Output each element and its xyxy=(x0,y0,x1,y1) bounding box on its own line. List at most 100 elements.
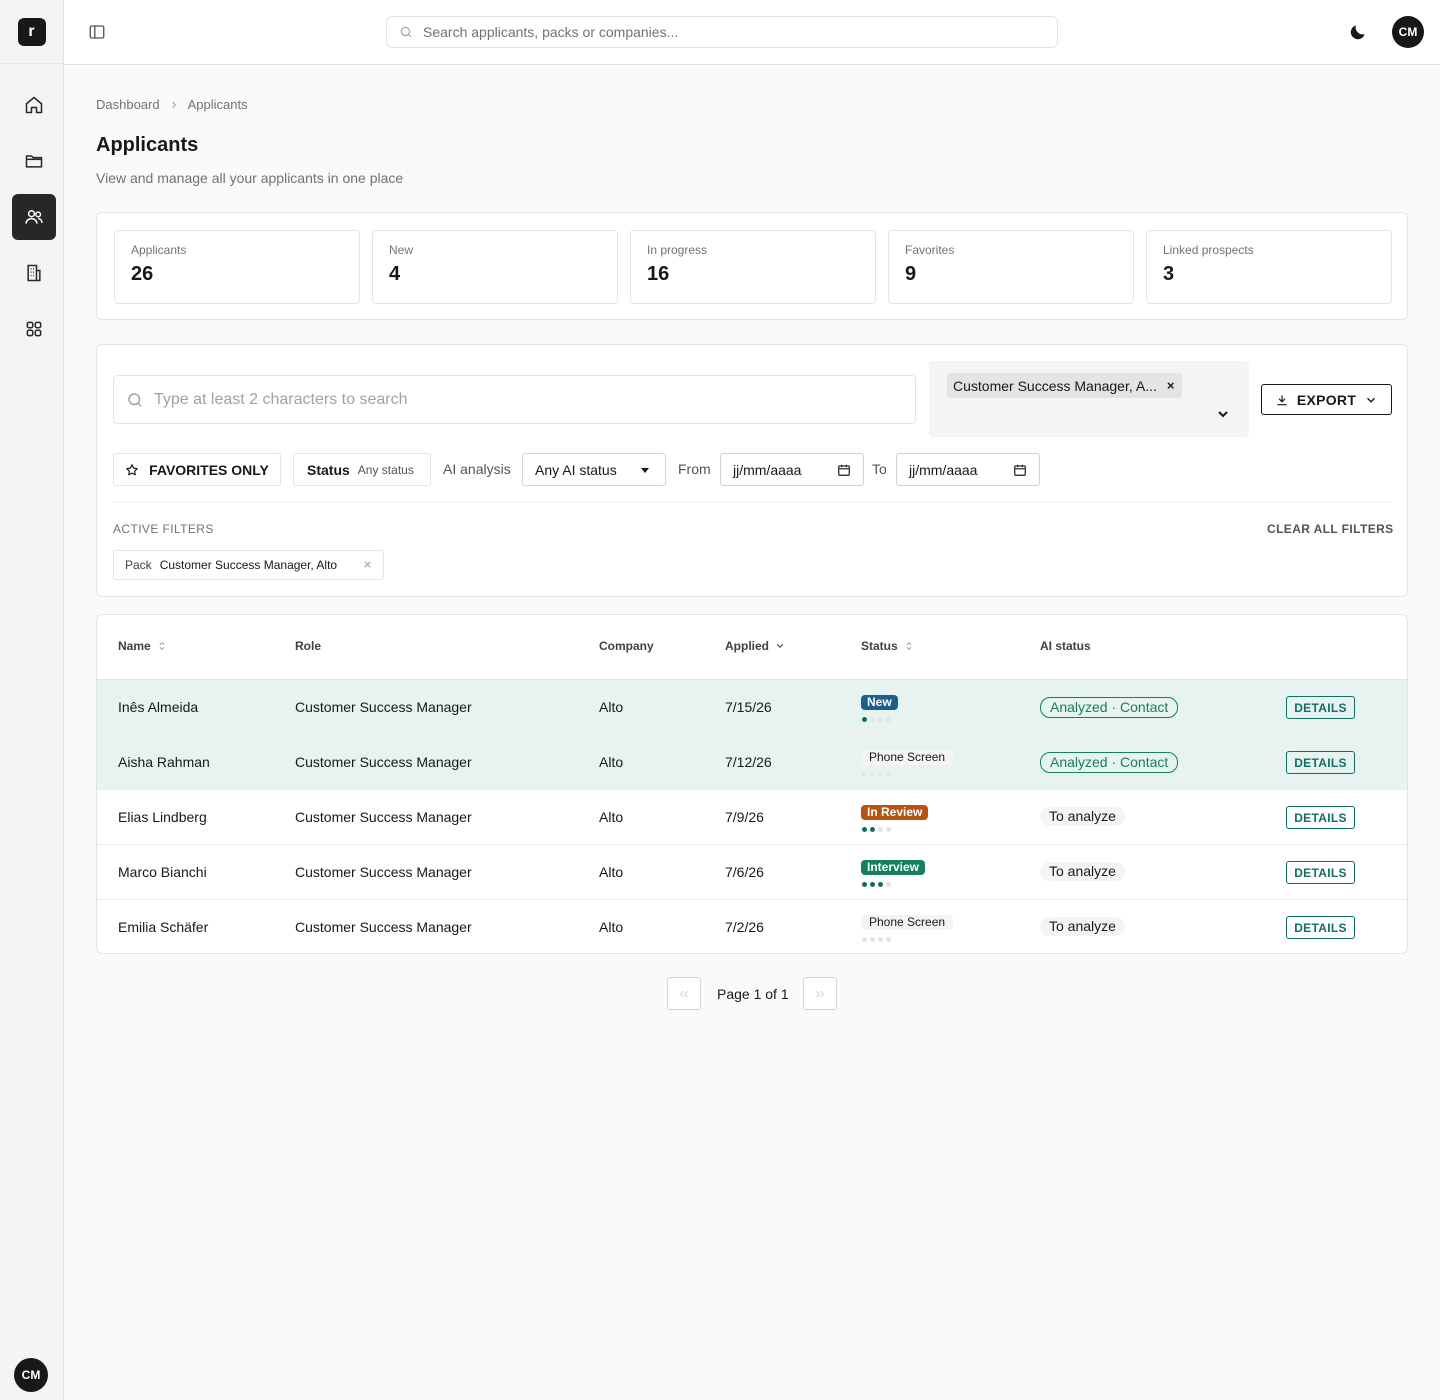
chevron-down-icon[interactable] xyxy=(1215,406,1231,422)
calendar-icon[interactable] xyxy=(1013,463,1027,477)
ai-status-select-value: Any AI status xyxy=(535,461,617,478)
status-badge: Phone Screen xyxy=(861,915,954,930)
close-icon[interactable] xyxy=(362,559,373,570)
sidebar-item-home[interactable] xyxy=(12,82,56,128)
applicant-search[interactable] xyxy=(113,375,916,424)
chevrons-right-icon xyxy=(816,990,825,997)
sidebar-toggle-icon[interactable] xyxy=(88,23,106,41)
export-button[interactable]: EXPORT xyxy=(1261,384,1392,415)
favorites-label: FAVORITES ONLY xyxy=(149,461,269,478)
ai-status-badge: To analyze xyxy=(1040,862,1125,881)
table-row[interactable]: Elias Lindberg Customer Success Manager Al… xyxy=(97,790,1407,845)
ai-analysis-label: AI analysis xyxy=(443,461,511,477)
favorites-only-button[interactable]: FAVORITES ONLY xyxy=(113,453,281,486)
details-button[interactable]: DETAILS xyxy=(1286,861,1355,884)
export-label: EXPORT xyxy=(1296,391,1357,408)
ai-status-select[interactable]: Any AI status xyxy=(522,453,666,486)
ai-status-badge: Analyzed · Contact xyxy=(1040,697,1179,718)
sidebar-item-apps[interactable] xyxy=(12,306,56,352)
applicant-name[interactable]: Elias Lindberg xyxy=(118,809,207,825)
stat-label: Applicants xyxy=(131,243,187,257)
applicant-search-input[interactable] xyxy=(154,390,894,409)
search-icon xyxy=(128,392,142,407)
applicant-role: Customer Success Manager xyxy=(295,754,472,770)
column-header-applied[interactable]: Applied xyxy=(725,639,785,653)
stat-in-progress: In progress 16 xyxy=(630,230,876,304)
applied-date: 7/6/26 xyxy=(725,864,764,880)
column-header-label: Status xyxy=(861,639,898,653)
table-row[interactable]: Marco Bianchi Customer Success Manager Alt… xyxy=(97,845,1407,900)
column-header-status[interactable]: Status xyxy=(861,639,914,653)
sidebar-item-applicants[interactable] xyxy=(12,194,56,240)
ai-status-badge: To analyze xyxy=(1040,807,1125,826)
applied-date: 7/9/26 xyxy=(725,809,764,825)
column-header-name[interactable]: Name xyxy=(118,639,167,653)
ai-status-badge: Analyzed · Contact xyxy=(1040,752,1179,773)
applicant-name[interactable]: Aisha Rahman xyxy=(118,754,210,770)
applicant-name[interactable]: Emilia Schäfer xyxy=(118,919,208,935)
pack-chip-remove[interactable]: × xyxy=(1167,378,1175,393)
sidebar: r CM xyxy=(0,0,64,1400)
applicant-role: Customer Success Manager xyxy=(295,919,472,935)
details-button[interactable]: DETAILS xyxy=(1286,916,1355,939)
stats-card: Applicants 26 New 4 In progress 16 Favor… xyxy=(96,212,1408,320)
from-date-input[interactable]: jj/mm/aaaa xyxy=(720,453,864,486)
to-date-placeholder: jj/mm/aaaa xyxy=(909,461,978,478)
sidebar-item-packs[interactable] xyxy=(12,138,56,184)
details-button[interactable]: DETAILS xyxy=(1286,696,1355,719)
clear-all-filters-button[interactable]: CLEAR ALL FILTERS xyxy=(1267,522,1394,536)
page-title: Applicants xyxy=(96,134,199,156)
star-icon xyxy=(126,463,138,475)
progress-dot xyxy=(870,772,875,777)
applicant-role: Customer Success Manager xyxy=(295,699,472,715)
status-filter-value: Any status xyxy=(357,462,414,477)
progress-dot xyxy=(862,717,867,722)
app-logo[interactable]: r xyxy=(17,17,46,46)
table-row[interactable]: Aisha Rahman Customer Success Manager Alto… xyxy=(97,735,1407,790)
global-search[interactable] xyxy=(386,16,1058,48)
chevron-down-icon xyxy=(1367,397,1376,403)
status-filter[interactable]: Status Any status xyxy=(293,453,431,486)
to-date-input[interactable]: jj/mm/aaaa xyxy=(896,453,1040,486)
stat-value: 9 xyxy=(905,263,917,285)
status-progress xyxy=(862,827,891,832)
applicant-company: Alto xyxy=(599,754,624,770)
from-date-placeholder: jj/mm/aaaa xyxy=(733,461,802,478)
stat-value: 16 xyxy=(647,263,670,285)
sort-icon xyxy=(159,641,165,651)
stat-new: New 4 xyxy=(372,230,618,304)
progress-dot xyxy=(878,717,883,722)
column-header-company: Company xyxy=(599,639,654,653)
sort-icon xyxy=(906,641,912,651)
sidebar-avatar[interactable]: CM xyxy=(14,1358,48,1392)
moon-icon[interactable] xyxy=(1348,22,1368,42)
applicant-name[interactable]: Inês Almeida xyxy=(118,699,198,715)
applicant-company: Alto xyxy=(599,919,624,935)
stat-applicants: Applicants 26 xyxy=(114,230,360,304)
stat-value: 3 xyxy=(1163,263,1175,285)
stat-label: New xyxy=(389,243,414,257)
home-icon xyxy=(25,96,43,114)
details-button[interactable]: DETAILS xyxy=(1286,751,1355,774)
global-search-input[interactable] xyxy=(423,24,1023,40)
progress-dot xyxy=(886,772,891,777)
applicant-name[interactable]: Marco Bianchi xyxy=(118,864,207,880)
progress-dot xyxy=(886,882,891,887)
table-row[interactable]: Emilia Schäfer Customer Success Manager Al… xyxy=(97,900,1407,953)
previous-page-button[interactable] xyxy=(667,977,701,1010)
sidebar-item-companies[interactable] xyxy=(12,250,56,296)
pack-select[interactable]: Customer Success Manager, A... × xyxy=(929,361,1249,437)
details-button[interactable]: DETAILS xyxy=(1286,806,1355,829)
building-icon xyxy=(27,264,41,282)
status-filter-key: Status xyxy=(307,461,350,478)
status-progress xyxy=(862,772,891,777)
status-badge: Interview xyxy=(861,860,926,875)
download-icon xyxy=(1277,394,1287,405)
user-avatar[interactable]: CM xyxy=(1392,16,1424,48)
stat-label: Linked prospects xyxy=(1163,243,1254,257)
calendar-icon[interactable] xyxy=(837,463,851,477)
table-row[interactable]: Inês Almeida Customer Success Manager Alto… xyxy=(97,680,1407,735)
next-page-button[interactable] xyxy=(803,977,837,1010)
applicant-company: Alto xyxy=(599,864,624,880)
breadcrumb-dashboard[interactable]: Dashboard xyxy=(96,97,160,112)
